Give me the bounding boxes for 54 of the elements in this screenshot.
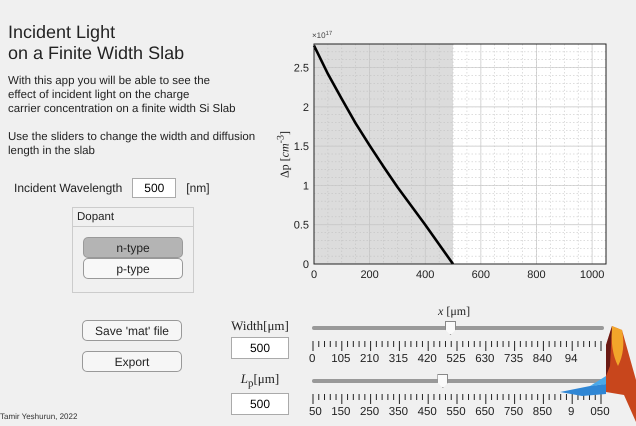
- y-tick-label: 1: [302, 180, 309, 192]
- tick-label: 420: [418, 353, 437, 365]
- value-field[interactable]: 500: [231, 337, 289, 359]
- x-tick-label: 800: [527, 269, 546, 281]
- value-field[interactable]: 500: [231, 392, 289, 415]
- tick-label: 840: [532, 353, 552, 365]
- action-button[interactable]: Save 'mat' file: [82, 320, 182, 341]
- tick-label: 550: [446, 406, 466, 418]
- x-tick-label: 1000: [580, 269, 604, 281]
- wavelength-field[interactable]: 500: [132, 178, 176, 198]
- tick-label: 630: [475, 353, 494, 365]
- x-tick-label: 600: [472, 269, 490, 281]
- tick-label: 050: [590, 406, 610, 418]
- slider-label: L$_{p}$[μm]: [240, 371, 280, 390]
- unit-label: [nm]: [186, 181, 210, 195]
- x-tick-label: 0: [310, 269, 318, 281]
- panel-title: Dopant: [73, 208, 193, 227]
- tick-label: 850: [532, 406, 552, 418]
- slider-thumb[interactable]: [444, 321, 456, 335]
- tick-label: 525: [446, 353, 466, 365]
- y-tick-label: 2.5: [294, 62, 309, 75]
- tick-label: 750: [504, 406, 524, 418]
- tick-label: 150: [331, 406, 350, 418]
- credit-text: Tamir Yeshurun, 2022: [0, 412, 78, 421]
- tick-label: 50: [309, 406, 322, 418]
- slider-track[interactable]: [312, 374, 604, 388]
- x-tick-label: 400: [416, 269, 434, 281]
- tick-label: 105: [331, 353, 350, 365]
- y-tick-label: 0.5: [294, 220, 309, 232]
- description-text: With this app you will be able to see the effect of incident light on the charge carrier concentration on a finite width Si Slab Use the sliders to change the width and diffusion length in the slab: [8, 74, 256, 158]
- tick-label: 210: [360, 353, 380, 365]
- x-axis-label: x [μm]: [438, 304, 470, 319]
- tick-label: 250: [360, 406, 380, 418]
- y-tick-label: 0: [302, 259, 309, 271]
- tick-label: 0: [309, 353, 316, 365]
- tick-label: 735: [504, 353, 524, 365]
- toggle-button[interactable]: n-type: [83, 237, 183, 258]
- tick-label: 350: [388, 406, 408, 418]
- toggle-button[interactable]: p-type: [83, 258, 183, 279]
- tick-label: 315: [388, 353, 408, 365]
- exponent-label: ×10$^{17}$: [312, 31, 332, 40]
- tick-label: 94: [564, 353, 578, 365]
- y-tick-label: 1.5: [294, 141, 309, 154]
- y-tick-label: 2: [302, 102, 309, 114]
- slider-label: Width[μm]: [231, 318, 289, 334]
- tick-label: 650: [475, 406, 494, 418]
- tick-label: 450: [418, 406, 437, 418]
- tick-label: 9: [568, 406, 574, 418]
- wavelength-label: Incident Wavelength: [14, 181, 122, 195]
- slider-track[interactable]: [312, 321, 604, 335]
- x-tick-label: 200: [360, 269, 379, 281]
- slider-thumb[interactable]: [437, 374, 448, 388]
- action-button[interactable]: Export: [82, 351, 182, 372]
- app-title: Incident Light on a Finite Width Slab: [8, 22, 186, 64]
